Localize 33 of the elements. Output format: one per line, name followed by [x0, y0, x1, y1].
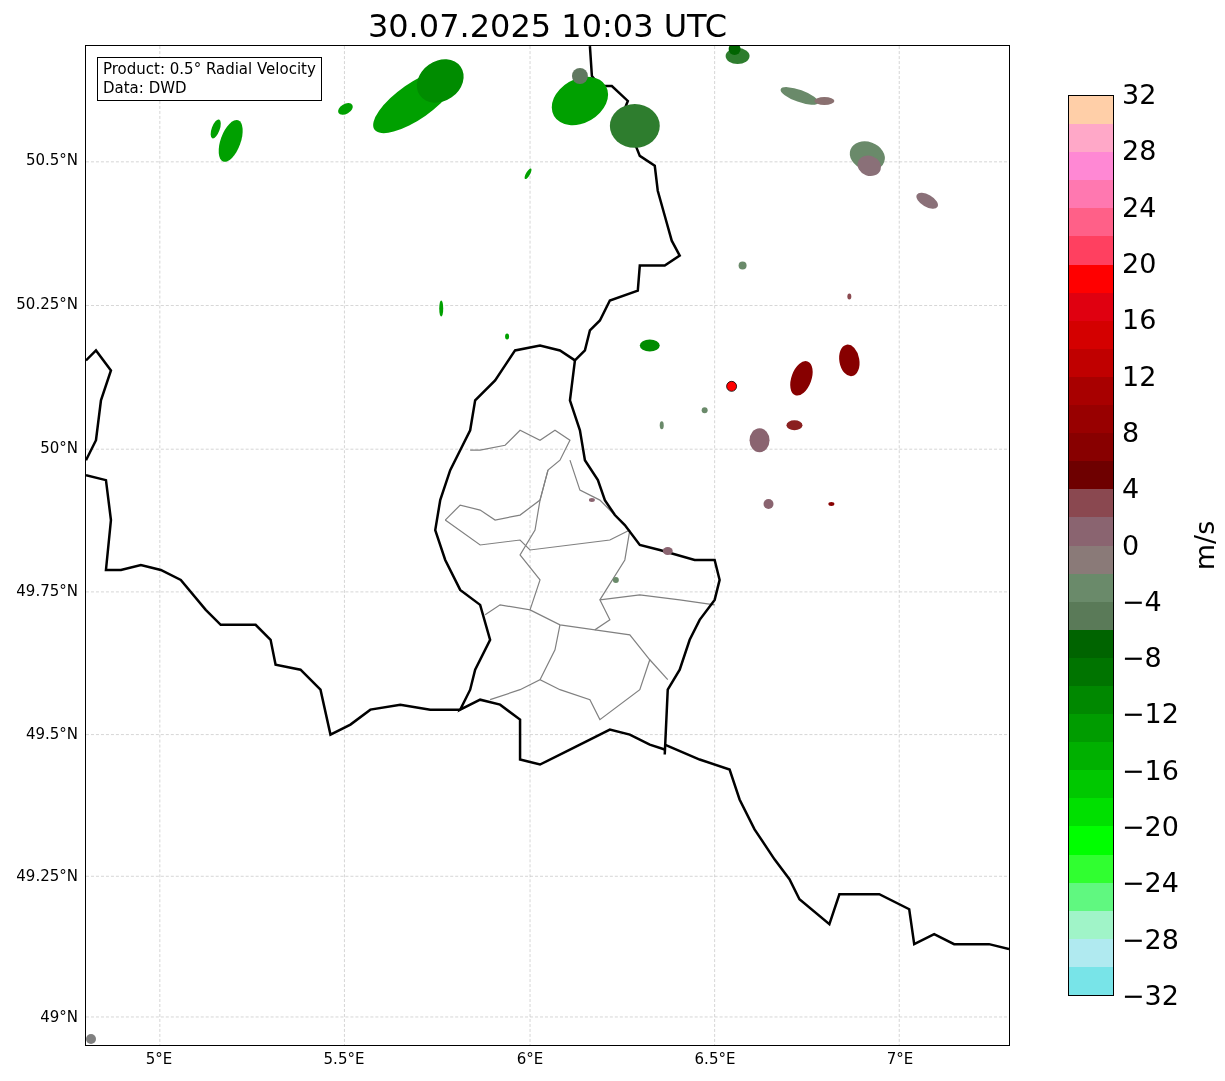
- x-tick-label: 7°E: [886, 1052, 914, 1067]
- colorbar-tick-label: −20: [1122, 813, 1179, 841]
- y-tick-label: 50.5°N: [25, 153, 78, 168]
- colorbar-label: m/s: [1191, 520, 1219, 571]
- colorbar-tick-label: −4: [1122, 587, 1162, 615]
- x-tick-label: 6.5°E: [694, 1052, 736, 1067]
- legend-text: Product: 0.5° Radial Velocity: [103, 60, 316, 79]
- colorbar-tick-label: −8: [1122, 644, 1162, 672]
- colorbar-tick-label: 24: [1122, 193, 1157, 221]
- y-tick-label: 49.5°N: [25, 727, 78, 742]
- y-tick-label: 49.25°N: [16, 869, 78, 884]
- colorbar-tick-label: 12: [1122, 362, 1157, 390]
- colorbar-tick-label: 20: [1122, 249, 1157, 277]
- colorbar-tick-label: 16: [1122, 306, 1157, 334]
- chart-title: 30.07.2025 10:03 UTC: [366, 6, 729, 47]
- x-tick-label: 5.5°E: [323, 1052, 365, 1067]
- colorbar-tick-label: −24: [1122, 869, 1179, 897]
- colorbar-tick-label: −16: [1122, 756, 1179, 784]
- y-tick-label: 50°N: [40, 441, 78, 456]
- colorbar-tick-label: −28: [1122, 925, 1179, 953]
- colorbar-tick-label: 28: [1122, 137, 1157, 165]
- colorbar-tick-label: −32: [1122, 982, 1179, 1009]
- x-tick-label: 6°E: [516, 1052, 544, 1067]
- x-tick-label: 5°E: [145, 1052, 173, 1067]
- colorbar-tick-label: 4: [1122, 475, 1140, 503]
- colorbar-tick-label: 32: [1122, 81, 1157, 108]
- colorbar-tick-label: −12: [1122, 700, 1179, 728]
- y-tick-label: 49°N: [40, 1010, 78, 1025]
- colorbar-tick-label: 8: [1122, 418, 1140, 446]
- legend-text: Data: DWD: [103, 79, 188, 98]
- colorbar-tick-label: 0: [1122, 531, 1140, 559]
- y-tick-label: 49.75°N: [16, 584, 78, 599]
- y-tick-label: 50.25°N: [16, 297, 78, 312]
